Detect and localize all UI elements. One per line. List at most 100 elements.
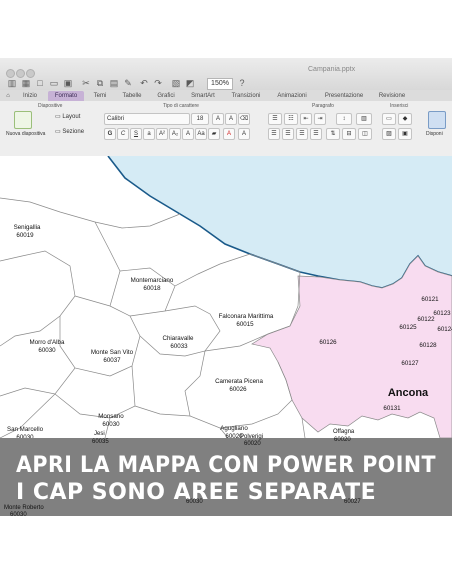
highlight-icon[interactable]: ▰ bbox=[208, 128, 220, 140]
font-color-icon[interactable]: A bbox=[223, 128, 235, 140]
tab-formato[interactable]: Formato bbox=[48, 91, 84, 101]
smartart-convert-icon[interactable]: ◫ bbox=[358, 128, 372, 140]
tab-presentazione[interactable]: Presentazione bbox=[318, 91, 370, 101]
format-painter-icon[interactable]: ✎ bbox=[122, 78, 134, 88]
arrange-icon[interactable] bbox=[428, 111, 446, 129]
layout-label: Layout bbox=[62, 114, 81, 120]
tab-animazioni[interactable]: Animazioni bbox=[270, 91, 314, 101]
grow-font-icon[interactable]: A bbox=[212, 113, 224, 125]
clear-format-icon[interactable]: ⌫ bbox=[238, 113, 250, 125]
justify-icon[interactable]: ☰ bbox=[310, 128, 322, 140]
paste-icon[interactable]: ▤ bbox=[108, 78, 120, 88]
maximize-window-icon[interactable] bbox=[26, 69, 35, 78]
insert-textbox-icon[interactable]: ▭ bbox=[382, 113, 396, 125]
insert-picture-icon[interactable]: ▨ bbox=[382, 128, 396, 140]
grid-icon[interactable]: ▦ bbox=[20, 78, 32, 88]
zoom-field[interactable]: 150% bbox=[207, 78, 233, 90]
region-monsano-cap: 60030 bbox=[102, 421, 120, 428]
close-window-icon[interactable] bbox=[6, 69, 15, 78]
text-effects-icon[interactable]: A bbox=[182, 128, 194, 140]
indent-icon[interactable]: ⇥ bbox=[314, 113, 326, 125]
align-right-icon[interactable]: ☰ bbox=[296, 128, 308, 140]
redo-icon[interactable]: ↷ bbox=[152, 78, 164, 88]
align-text-icon[interactable]: ⊟ bbox=[342, 128, 356, 140]
bullets-icon[interactable]: ☰ bbox=[268, 113, 282, 125]
group-paragraph-label: Paragrafo bbox=[312, 103, 334, 109]
tab-transizioni[interactable]: Transizioni bbox=[224, 91, 268, 101]
change-case-icon[interactable]: Aa bbox=[195, 128, 207, 140]
save-icon[interactable]: ▣ bbox=[62, 78, 74, 88]
undo-icon[interactable]: ↶ bbox=[138, 78, 150, 88]
ancona-main-cap: 60131 bbox=[383, 405, 401, 412]
region-monteroberto-cap: 60030 bbox=[10, 512, 27, 516]
cut-icon[interactable]: ✂ bbox=[80, 78, 92, 88]
minimize-window-icon[interactable] bbox=[16, 69, 25, 78]
text-direction-icon[interactable]: ⇅ bbox=[326, 128, 340, 140]
layout-button[interactable]: ▭ Layout bbox=[55, 113, 80, 120]
font-size-select[interactable]: 18 bbox=[191, 113, 209, 125]
numbering-icon[interactable]: ☷ bbox=[284, 113, 298, 125]
caption-line-1: APRI LA MAPPA CON POWER POINT bbox=[16, 453, 437, 478]
ancona-cap-60123: 60123 bbox=[433, 310, 451, 317]
shapes-icon[interactable]: ◩ bbox=[184, 78, 196, 88]
sidebar-icon[interactable]: ▥ bbox=[6, 78, 18, 88]
strikethrough-icon[interactable]: a bbox=[143, 128, 155, 140]
region-polverigi-cap: 60020 bbox=[244, 441, 261, 447]
region-senigallia-cap: 60019 bbox=[16, 232, 34, 239]
new-slide-icon[interactable] bbox=[14, 111, 32, 129]
underline-button[interactable]: S bbox=[130, 128, 142, 140]
group-font-label: Tipo di carattere bbox=[163, 103, 199, 109]
region-jesi-name: Jesi bbox=[94, 431, 105, 437]
superscript-icon[interactable]: A² bbox=[156, 128, 168, 140]
tab-temi[interactable]: Temi bbox=[86, 91, 114, 101]
bold-button[interactable]: G bbox=[104, 128, 116, 140]
insert-media-icon[interactable]: ▣ bbox=[398, 128, 412, 140]
ancona-cap-60124: 60124 bbox=[437, 326, 452, 333]
region-monteroberto-name: Monte Roberto bbox=[4, 505, 44, 511]
align-center-icon[interactable]: ☰ bbox=[282, 128, 294, 140]
open-icon[interactable]: ▭ bbox=[48, 78, 60, 88]
region-montesanvito-name: Monte San Vito bbox=[91, 349, 134, 356]
region-chiaravalle-name: Chiaravalle bbox=[163, 335, 195, 342]
picture-icon[interactable]: ▧ bbox=[170, 78, 182, 88]
region-jesi-cap: 60035 bbox=[92, 439, 109, 445]
ancona-cap-60128: 60128 bbox=[419, 342, 437, 349]
region-morro-name: Morro d'Alba bbox=[30, 339, 65, 346]
insert-shape-icon[interactable]: ◆ bbox=[398, 113, 412, 125]
copy-icon[interactable]: ⧉ bbox=[94, 78, 106, 88]
align-left-icon[interactable]: ☰ bbox=[268, 128, 280, 140]
ancona-cap-60126: 60126 bbox=[319, 339, 337, 346]
subscript-icon[interactable]: A₂ bbox=[169, 128, 181, 140]
region-unnamed-cap-2: 60027 bbox=[344, 499, 361, 505]
tab-grafici[interactable]: Grafici bbox=[150, 91, 182, 101]
outdent-icon[interactable]: ⇤ bbox=[300, 113, 312, 125]
new-icon[interactable]: □ bbox=[34, 78, 46, 88]
window-title: Campania.pptx bbox=[308, 66, 356, 73]
region-chiaravalle-cap: 60033 bbox=[170, 343, 188, 350]
region-camerata-cap: 60026 bbox=[229, 386, 247, 393]
tab-smartart[interactable]: SmartArt bbox=[184, 91, 222, 101]
columns-icon[interactable]: ▥ bbox=[356, 113, 372, 125]
text-shadow-icon[interactable]: A bbox=[238, 128, 250, 140]
region-polverigi-name: Polverigi bbox=[240, 434, 264, 440]
home-icon[interactable]: ⌂ bbox=[4, 91, 12, 101]
tab-tabelle[interactable]: Tabelle bbox=[116, 91, 148, 101]
region-senigallia-name: Senigallia bbox=[14, 224, 41, 231]
font-name-select[interactable]: Calibri bbox=[104, 113, 190, 125]
section-button[interactable]: ▭ Sezione bbox=[55, 128, 84, 135]
ribbon: Diapositive Tipo di carattere Paragrafo … bbox=[0, 101, 452, 157]
section-label: Sezione bbox=[62, 129, 85, 135]
region-montemarciano-cap: 60018 bbox=[143, 285, 161, 292]
help-icon[interactable]: ? bbox=[236, 78, 248, 88]
tab-revisione[interactable]: Revisione bbox=[372, 91, 412, 101]
arrange-label[interactable]: Disponi bbox=[426, 131, 443, 137]
tab-inizio[interactable]: Inizio bbox=[14, 91, 46, 101]
new-slide-label[interactable]: Nuova diapositiva bbox=[6, 131, 45, 137]
line-spacing-icon[interactable]: ↕ bbox=[336, 113, 352, 125]
group-insert-label: Inserisci bbox=[390, 103, 409, 109]
region-falconara-cap: 60015 bbox=[236, 321, 254, 328]
title-bar: Campania.pptx ▥ ▦ □ ▭ ▣ ✂ ⧉ ▤ ✎ ↶ ↷ ▧ ◩ … bbox=[0, 58, 452, 90]
shrink-font-icon[interactable]: A bbox=[225, 113, 237, 125]
ancona-cap-60127: 60127 bbox=[401, 360, 419, 367]
italic-button[interactable]: C bbox=[117, 128, 129, 140]
